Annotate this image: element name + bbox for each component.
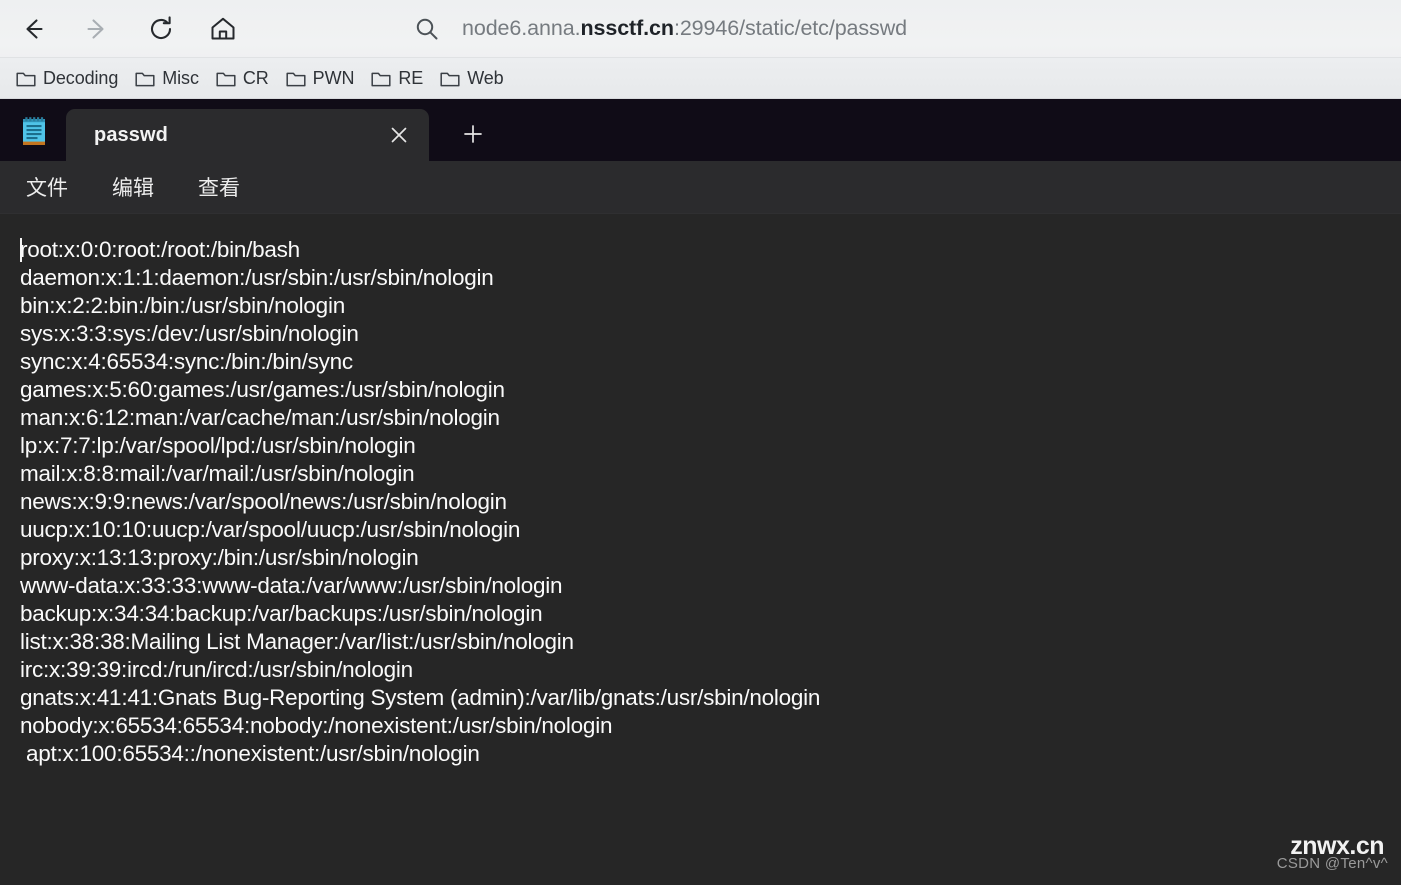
text-line: daemon:x:1:1:daemon:/usr/sbin:/usr/sbin/… — [20, 265, 494, 290]
bookmark-label: Decoding — [43, 68, 119, 88]
back-arrow-icon — [26, 18, 43, 39]
bookmark-item[interactable]: Misc — [130, 65, 208, 92]
tab-close-button[interactable] — [379, 115, 419, 155]
text-line: backup:x:34:34:backup:/var/backups:/usr/… — [20, 601, 543, 626]
text-line: list:x:38:38:Mailing List Manager:/var/l… — [20, 629, 574, 654]
text-line: apt:x:100:65534::/nonexistent:/usr/sbin/… — [20, 741, 480, 766]
folder-icon — [371, 72, 391, 86]
bookmarks-bar: Decoding Misc CR PWN RE Web — [0, 57, 1401, 99]
folder-icon — [440, 72, 460, 86]
browser-toolbar: node6.anna.nssctf.cn:29946/static/etc/pa… — [0, 0, 1401, 57]
url-suffix: :29946/static/etc/passwd — [673, 16, 907, 40]
document-text: root:x:0:0:root:/root:/bin/bash daemon:x:… — [20, 236, 1401, 768]
tab-passwd[interactable]: passwd — [66, 109, 429, 161]
browser-chrome: node6.anna.nssctf.cn:29946/static/etc/pa… — [0, 0, 1401, 99]
url-prefix: node6.anna. — [461, 16, 581, 40]
address-bar-url: node6.anna.nssctf.cn:29946/static/etc/pa… — [462, 16, 907, 41]
notepad-editor[interactable]: root:x:0:0:root:/root:/bin/bash daemon:x:… — [0, 214, 1401, 885]
plus-icon — [464, 125, 482, 143]
text-line: man:x:6:12:man:/var/cache/man:/usr/sbin/… — [20, 405, 500, 430]
new-tab-button[interactable] — [451, 112, 495, 156]
bookmark-item[interactable]: RE — [366, 65, 432, 92]
tab-title: passwd — [94, 123, 168, 146]
text-line: proxy:x:13:13:proxy:/bin:/usr/sbin/nolog… — [20, 545, 419, 570]
folder-icon — [216, 72, 236, 86]
watermark: znwx.cn CSDN @Ten^v^ — [1277, 832, 1388, 872]
close-icon — [391, 127, 407, 143]
text-line: irc:x:39:39:ircd:/run/ircd:/usr/sbin/nol… — [20, 657, 413, 682]
watermark-main: znwx.cn — [1290, 832, 1384, 860]
bookmark-label: PWN — [312, 68, 355, 88]
watermark-sub: CSDN @Ten^v^ — [1276, 855, 1388, 872]
reload-icon — [151, 15, 172, 39]
notepad-icon — [23, 117, 45, 145]
bookmark-label: CR — [242, 68, 269, 88]
folder-icon — [16, 72, 36, 86]
menu-item[interactable]: 编辑 — [94, 165, 172, 209]
bookmark-item[interactable]: Web — [435, 65, 512, 92]
notepad-tabstrip: passwd — [66, 99, 495, 161]
bookmark-label: Web — [467, 68, 504, 88]
bookmark-label: Misc — [162, 68, 199, 88]
text-line: bin:x:2:2:bin:/bin:/usr/sbin/nologin — [20, 293, 345, 318]
bookmark-item[interactable]: Decoding — [11, 65, 127, 92]
folder-icon — [135, 72, 155, 86]
text-line: root:x:0:0:root:/root:/bin/bash — [20, 237, 300, 262]
menu-item[interactable]: 查看 — [180, 165, 258, 209]
forward-arrow-icon — [87, 18, 104, 39]
home-button[interactable] — [201, 7, 245, 51]
bookmark-label: RE — [398, 68, 424, 88]
text-line: news:x:9:9:news:/var/spool/news:/usr/sbi… — [20, 489, 507, 514]
text-line: nobody:x:65534:65534:nobody:/nonexistent… — [20, 713, 613, 738]
text-line: sys:x:3:3:sys:/dev:/usr/sbin/nologin — [20, 321, 359, 346]
url-host: nssctf.cn — [580, 16, 674, 40]
text-line: uucp:x:10:10:uucp:/var/spool/uucp:/usr/s… — [20, 517, 521, 542]
notepad-titlebar: passwd — [0, 99, 1401, 161]
text-line: games:x:5:60:games:/usr/games:/usr/sbin/… — [20, 377, 505, 402]
text-line: lp:x:7:7:lp:/var/spool/lpd:/usr/sbin/nol… — [20, 433, 416, 458]
menu-item[interactable]: 文件 — [8, 165, 86, 209]
home-icon — [211, 17, 235, 39]
search-icon — [416, 18, 438, 39]
bookmark-item[interactable]: PWN — [281, 65, 364, 92]
notepad-menubar: 文件 编辑 查看 — [0, 161, 1401, 214]
text-line: mail:x:8:8:mail:/var/mail:/usr/sbin/nolo… — [20, 461, 415, 486]
browser-window: node6.anna.nssctf.cn:29946/static/etc/pa… — [0, 0, 1401, 885]
reload-button[interactable] — [139, 7, 183, 51]
text-line: sync:x:4:65534:sync:/bin:/bin/sync — [20, 349, 353, 374]
notepad-window: passwd 文件 编辑 查看 root:x:0:0:root:/root:/bi — [0, 99, 1401, 885]
forward-button[interactable] — [75, 7, 119, 51]
folder-icon — [286, 72, 306, 86]
text-line: gnats:x:41:41:Gnats Bug-Reporting System… — [20, 685, 821, 710]
back-button[interactable] — [11, 7, 55, 51]
text-line: www-data:x:33:33:www-data:/var/www:/usr/… — [20, 573, 563, 598]
bookmark-item[interactable]: CR — [211, 65, 278, 92]
